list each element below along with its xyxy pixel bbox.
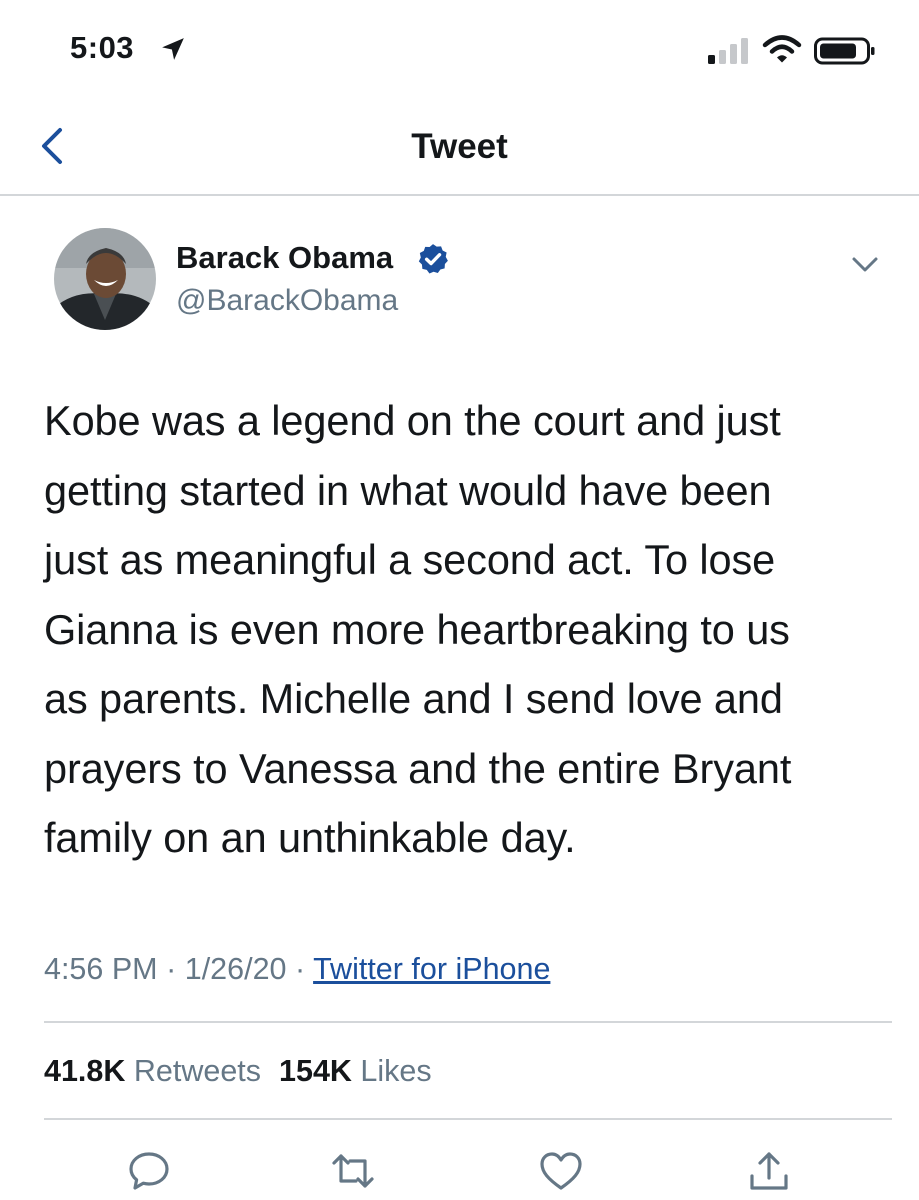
retweets-count: 41.8K [44, 1054, 126, 1088]
source-link[interactable]: Twitter for iPhone [313, 952, 550, 986]
avatar-photo [54, 228, 156, 330]
author-handle[interactable]: @BarackObama [176, 284, 398, 318]
tweet-stats: 41.8K Retweets 154K Likes [44, 1054, 432, 1089]
reply-icon[interactable] [126, 1148, 172, 1194]
avatar[interactable] [54, 228, 156, 330]
location-arrow-icon [162, 38, 184, 60]
tweet-date: 1/26/20 [184, 952, 287, 986]
verified-badge-icon [418, 244, 448, 274]
signal-icon [708, 38, 748, 64]
header-divider [0, 194, 919, 196]
page-title: Tweet [411, 127, 508, 166]
meta-separator: · [166, 952, 177, 986]
retweets-stat[interactable]: 41.8K Retweets [44, 1054, 261, 1088]
author-name[interactable]: Barack Obama [176, 240, 393, 276]
likes-stat[interactable]: 154K Likes [279, 1054, 432, 1088]
likes-count: 154K [279, 1054, 352, 1088]
retweet-icon[interactable] [330, 1148, 376, 1194]
likes-label: Likes [360, 1054, 432, 1088]
share-icon[interactable] [746, 1148, 792, 1194]
meta-divider [44, 1021, 892, 1023]
retweets-label: Retweets [133, 1054, 262, 1088]
tweet-meta: 4:56 PM · 1/26/20 · Twitter for iPhone [44, 952, 550, 987]
chevron-down-icon[interactable] [850, 252, 880, 276]
tweet-text: Kobe was a legend on the court and just … [44, 397, 792, 861]
like-icon[interactable] [538, 1148, 584, 1194]
status-time: 5:03 [70, 30, 135, 65]
wifi-icon [762, 35, 802, 63]
tweet-time: 4:56 PM [44, 952, 158, 986]
meta-separator: · [294, 952, 306, 986]
battery-icon [814, 37, 875, 65]
stats-divider [44, 1118, 892, 1120]
